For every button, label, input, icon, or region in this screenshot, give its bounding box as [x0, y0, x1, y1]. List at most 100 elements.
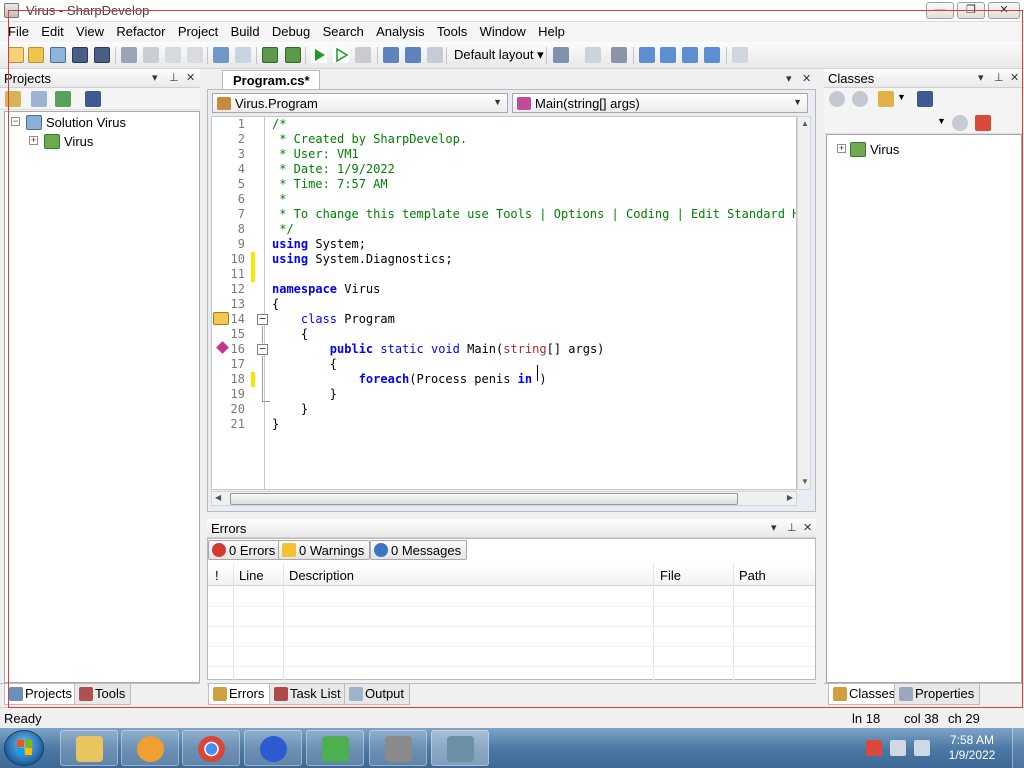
cut-icon[interactable] — [121, 47, 137, 63]
menu-window[interactable]: Window — [471, 22, 526, 39]
taskbar-explorer[interactable] — [60, 730, 118, 766]
open-project-icon[interactable] — [50, 47, 66, 63]
column-line[interactable]: Line — [239, 568, 264, 583]
collapse-icon[interactable]: − — [11, 117, 20, 126]
taskbar-sharpdevelop[interactable] — [431, 730, 489, 766]
code-line[interactable]: 20 } — [212, 402, 796, 417]
action-center-icon[interactable] — [866, 740, 882, 756]
bookmark-icon[interactable] — [639, 47, 655, 63]
code-line[interactable]: 4 * Date: 1/9/2022 — [212, 162, 796, 177]
chevron-down-icon[interactable]: ▾ — [786, 72, 792, 85]
code-line[interactable]: 8 */ — [212, 222, 796, 237]
paste-icon[interactable] — [165, 47, 181, 63]
format-icon[interactable] — [611, 47, 627, 63]
taskbar-media-player[interactable] — [121, 730, 179, 766]
taskbar-chrome[interactable] — [182, 730, 240, 766]
column-path[interactable]: Path — [739, 568, 766, 583]
step-over-icon[interactable] — [383, 47, 399, 63]
next-bookmark-icon[interactable] — [682, 47, 698, 63]
fold-collapse-icon[interactable]: − — [257, 313, 268, 325]
menu-file[interactable]: File — [0, 22, 29, 39]
column-description[interactable]: Description — [289, 568, 354, 583]
code-line[interactable]: 19 } — [212, 387, 796, 402]
rebuild-icon[interactable] — [285, 47, 301, 63]
chevron-down-icon[interactable]: ▾ — [152, 71, 158, 84]
code-editor[interactable]: 1/* 2 * Created by SharpDevelop. 3 * User:… — [211, 116, 797, 490]
warnings-filter-button[interactable]: 0 Warnings — [278, 540, 371, 560]
code-line[interactable]: 7 * To change this template use Tools | … — [212, 207, 796, 222]
menu-build[interactable]: Build — [222, 22, 260, 39]
tab-program-cs[interactable]: Program.cs* — [222, 70, 320, 89]
save-icon[interactable] — [72, 47, 88, 63]
column-icon[interactable]: ! — [215, 568, 219, 583]
minimize-button[interactable]: — — [926, 2, 954, 19]
column-file[interactable]: File — [660, 568, 681, 583]
chevron-down-icon[interactable]: ▾ — [978, 71, 984, 84]
scroll-right-icon[interactable]: ▶ — [787, 493, 793, 502]
network-icon[interactable] — [890, 740, 906, 756]
chevron-down-icon[interactable]: ▼ — [897, 92, 906, 102]
toggle-comment-icon[interactable] — [553, 47, 569, 63]
copy-icon[interactable] — [143, 47, 159, 63]
code-line[interactable]: 17 { — [212, 357, 796, 372]
pin-icon[interactable]: ⊥ — [169, 71, 179, 84]
tab-output[interactable]: Output — [344, 684, 411, 705]
close-button[interactable]: ✕ — [988, 2, 1020, 19]
code-line[interactable]: 2 * Created by SharpDevelop. — [212, 132, 796, 147]
editor-vertical-scrollbar[interactable]: ▲ ▼ — [797, 116, 811, 490]
tab-errors[interactable]: Errors — [208, 684, 271, 705]
chevron-down-icon[interactable]: ▾ — [771, 521, 777, 534]
close-icon[interactable]: ✕ — [186, 71, 195, 84]
refresh-icon[interactable] — [55, 91, 71, 107]
close-icon[interactable]: ✕ — [803, 521, 812, 534]
forward-icon[interactable] — [852, 91, 868, 107]
code-line[interactable]: 18 foreach(Process penis in ) — [212, 372, 796, 387]
clear-bookmarks-icon[interactable] — [704, 47, 720, 63]
menu-help[interactable]: Help — [529, 22, 565, 39]
save-all-icon[interactable] — [94, 47, 110, 63]
messages-filter-button[interactable]: 0 Messages — [370, 540, 468, 560]
fold-collapse-icon[interactable]: − — [257, 343, 268, 355]
member-combo[interactable]: Main(string[] args) ▼ — [512, 93, 808, 113]
scroll-left-icon[interactable]: ◀ — [215, 493, 221, 502]
menu-edit[interactable]: Edit — [32, 22, 63, 39]
code-line[interactable]: 6 * — [212, 192, 796, 207]
collapse-all-icon[interactable] — [31, 91, 47, 107]
undo-icon[interactable] — [213, 47, 229, 63]
indent-icon[interactable] — [585, 47, 601, 63]
volume-icon[interactable] — [914, 740, 930, 756]
taskbar-audio-app[interactable] — [244, 730, 302, 766]
tab-properties[interactable]: Properties — [894, 684, 981, 705]
delete-icon[interactable] — [187, 47, 203, 63]
new-file-icon[interactable] — [8, 47, 24, 63]
code-line[interactable]: 11 — [212, 267, 796, 282]
expand-icon[interactable]: + — [29, 136, 38, 145]
project-properties-icon[interactable] — [5, 91, 21, 107]
menu-debug[interactable]: Debug — [263, 22, 310, 39]
code-line[interactable]: 10 using System.Diagnostics; — [212, 252, 796, 267]
menu-analysis[interactable]: Analysis — [367, 22, 424, 39]
start-button[interactable] — [4, 730, 44, 766]
code-line[interactable]: 15 { — [212, 327, 796, 342]
editor-horizontal-scrollbar[interactable]: ◀ ▶ — [211, 491, 797, 506]
pin-icon[interactable]: ⊥ — [787, 521, 797, 534]
tab-classes[interactable]: Classes — [828, 684, 902, 705]
tab-tools[interactable]: Tools — [74, 684, 132, 705]
code-line[interactable]: 1 /* — [212, 117, 796, 132]
layout-dropdown[interactable]: Default layout ▾ — [450, 46, 548, 65]
close-icon[interactable]: ✕ — [802, 72, 811, 85]
book-icon[interactable] — [85, 91, 101, 107]
prev-bookmark-icon[interactable] — [660, 47, 676, 63]
find-icon[interactable] — [732, 47, 748, 63]
code-line[interactable]: 5 * Time: 7:57 AM — [212, 177, 796, 192]
stop-icon[interactable] — [355, 47, 371, 63]
maximize-button[interactable]: ❐ — [957, 2, 985, 19]
scroll-up-icon[interactable]: ▲ — [801, 119, 809, 128]
open-folder-icon[interactable] — [28, 47, 44, 63]
menu-view[interactable]: View — [67, 22, 104, 39]
menu-project[interactable]: Project — [169, 22, 218, 39]
taskbar-notepad[interactable] — [306, 730, 364, 766]
code-line[interactable]: 14 class Program — [212, 312, 796, 327]
class-combo[interactable]: Virus.Program ▼ — [212, 93, 508, 113]
scroll-down-icon[interactable]: ▼ — [801, 477, 809, 486]
